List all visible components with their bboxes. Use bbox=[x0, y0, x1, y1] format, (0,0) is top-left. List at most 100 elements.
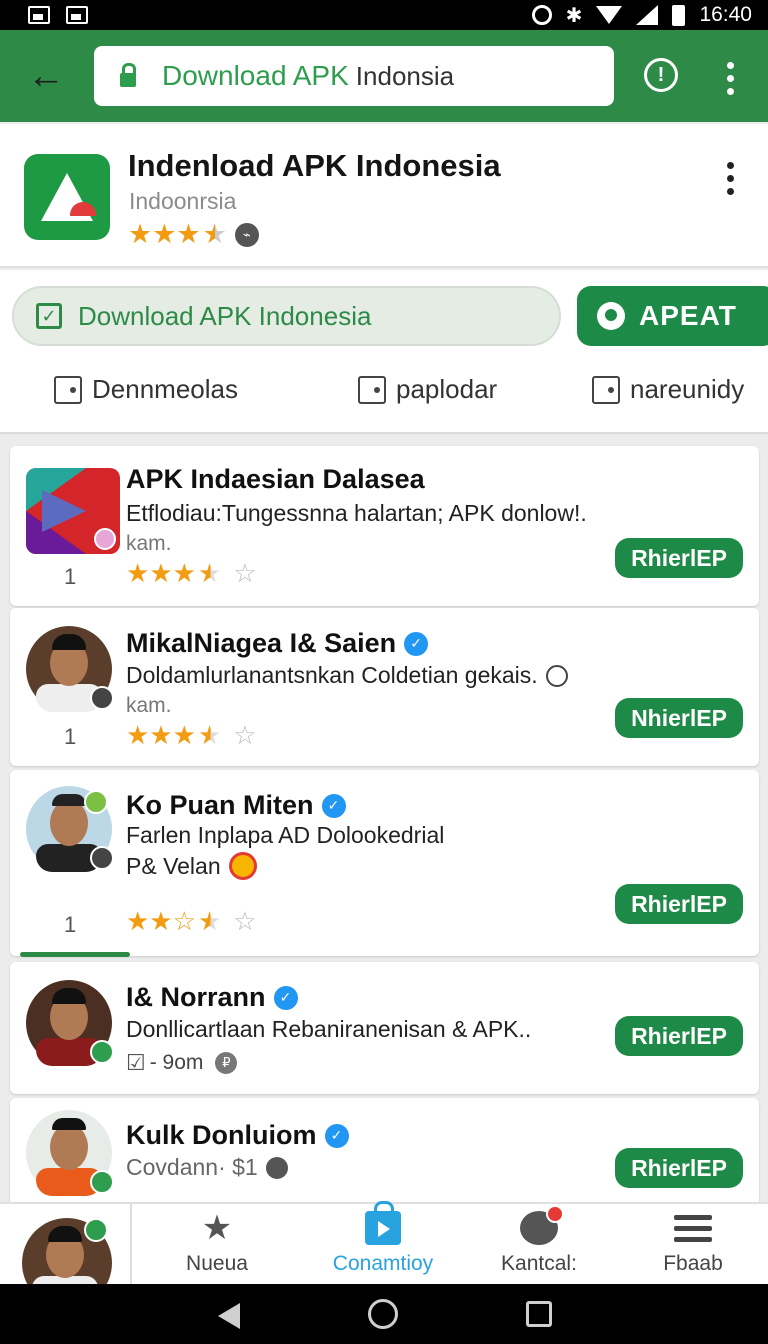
install-button[interactable]: RhierlEP bbox=[615, 1016, 743, 1056]
tag-icon bbox=[592, 375, 620, 404]
empty-star-icon: ☆ bbox=[233, 720, 257, 750]
half-star-icon: ★ bbox=[197, 720, 222, 750]
avatar bbox=[26, 626, 114, 712]
play-store-logo bbox=[26, 468, 120, 554]
item-meta: kam. bbox=[126, 532, 172, 555]
install-button[interactable]: RhierlEP bbox=[615, 1148, 743, 1188]
clock-icon bbox=[545, 664, 568, 687]
item-title-row: MikalNiagea I& Saien ✓ bbox=[126, 628, 429, 659]
tab-dennmeolas[interactable]: Dennmeolas bbox=[54, 374, 238, 405]
item-title: Ko Puan Miten bbox=[126, 790, 314, 820]
item-description: Farlen Inplapa AD Dolookedrial bbox=[126, 822, 445, 848]
nav-label: Nueua bbox=[186, 1252, 248, 1275]
item-title: APK Indaesian Dalasea bbox=[126, 464, 425, 494]
rating-stars: ★★★ bbox=[128, 219, 201, 249]
tab-label: nareunidy bbox=[630, 374, 745, 404]
checkbox-icon: ☑ bbox=[126, 1050, 146, 1075]
url-primary-text: Download APK bbox=[162, 60, 349, 91]
download-progress-bar bbox=[20, 952, 130, 957]
nav-item-nueua[interactable]: ★ Nueua bbox=[152, 1209, 282, 1276]
reward-coin-icon bbox=[228, 852, 257, 880]
alert-info-icon[interactable]: ! bbox=[644, 58, 678, 92]
avatar bbox=[26, 980, 114, 1066]
item-meta-row: ☑ - 9om ₽ bbox=[126, 1050, 238, 1076]
currency-badge-icon: ₽ bbox=[215, 1052, 238, 1074]
tab-paplodar[interactable]: paplodar bbox=[358, 374, 497, 405]
nav-label: Fbaab bbox=[663, 1252, 723, 1275]
list-item[interactable]: 1 Ko Puan Miten ✓ Farlen Inplapa AD Dolo… bbox=[10, 770, 759, 957]
action-row: ✓ Download APK Indonesia APEAT Dennmeola… bbox=[0, 270, 768, 434]
tab-label: Dennmeolas bbox=[92, 374, 238, 404]
app-logo bbox=[24, 154, 110, 240]
search-badge-icon bbox=[265, 1156, 288, 1179]
tab-nareunidy[interactable]: nareunidy bbox=[592, 374, 744, 405]
bottom-navigation: ★ Nueua Conamtioy Kantcal: Fbaab bbox=[0, 1201, 768, 1308]
rank-number: 1 bbox=[64, 564, 77, 589]
install-button[interactable]: RhierlEP bbox=[615, 538, 743, 578]
item-title: MikalNiagea I& Saien bbox=[126, 628, 397, 658]
app-subtitle: Indoonrsia bbox=[129, 188, 237, 214]
half-star-icon: ★ bbox=[197, 558, 222, 588]
half-star-icon: ★ bbox=[202, 219, 227, 249]
shopping-bag-icon bbox=[365, 1201, 401, 1245]
app-title: Indenload APK Indonesia bbox=[128, 148, 501, 183]
rating-badge-icon: ⌁ bbox=[234, 222, 259, 247]
photo-notification-icon bbox=[66, 6, 88, 24]
nav-item-fbaab[interactable]: Fbaab bbox=[628, 1210, 758, 1276]
app-header: Indenload APK Indonesia Indoonrsia ★★★ ★… bbox=[0, 124, 768, 268]
nav-item-kantcal[interactable]: Kantcal: bbox=[474, 1205, 604, 1276]
verified-icon: ✓ bbox=[321, 793, 346, 818]
rating-stars: ★★☆ bbox=[126, 906, 196, 936]
item-title: Kulk Donluiom bbox=[126, 1120, 317, 1150]
hamburger-menu-icon bbox=[674, 1214, 712, 1242]
nav-label: Conamtioy bbox=[332, 1252, 434, 1275]
nav-item-conamtioy[interactable]: Conamtioy bbox=[318, 1201, 448, 1276]
download-pill-button[interactable]: ✓ Download APK Indonesia bbox=[12, 286, 561, 346]
overflow-menu-icon[interactable] bbox=[727, 62, 735, 95]
item-rating: ★★☆ ★ ☆ bbox=[126, 906, 257, 937]
item-title-row: I& Norrann ✓ bbox=[126, 982, 298, 1013]
install-button[interactable]: NhierlEP bbox=[615, 698, 743, 738]
rank-number: 1 bbox=[64, 724, 77, 749]
system-home-icon[interactable] bbox=[368, 1299, 398, 1329]
tab-label: paplodar bbox=[396, 374, 498, 404]
bluetooth-icon: ✱ bbox=[565, 4, 583, 27]
item-description-row: Covdann· $1 bbox=[126, 1154, 288, 1181]
item-description: Doldamlurlanantsnkan Coldetian gekais. bbox=[126, 662, 538, 688]
install-button[interactable]: RhierlEP bbox=[615, 884, 743, 924]
empty-star-icon: ☆ bbox=[233, 906, 257, 936]
profile-avatar-button[interactable] bbox=[0, 1204, 132, 1308]
avatar bbox=[26, 786, 114, 872]
half-star-icon: ★ bbox=[197, 906, 222, 936]
item-title-row: Ko Puan Miten ✓ bbox=[126, 790, 346, 821]
list-item[interactable]: I& Norrann ✓ Donllicartlaan Rebaniraneni… bbox=[10, 962, 759, 1094]
alarm-icon bbox=[531, 5, 552, 25]
list-item[interactable]: Kulk Donluiom ✓ Covdann· $1 RhierlEP bbox=[10, 1098, 759, 1206]
item-extra: P& Velan bbox=[126, 852, 221, 879]
apeat-label: APEAT bbox=[639, 300, 737, 331]
header-menu-icon[interactable] bbox=[727, 162, 735, 195]
list-item[interactable]: 1 MikalNiagea I& Saien ✓ Doldamlurlanant… bbox=[10, 608, 759, 766]
avatar bbox=[26, 1110, 114, 1196]
status-bar: ✱ 16:40 bbox=[0, 0, 768, 30]
back-arrow-icon[interactable]: ← bbox=[0, 30, 92, 122]
verified-icon: ✓ bbox=[273, 985, 298, 1010]
rating-stars: ★★★ bbox=[126, 720, 196, 750]
item-description-row: Doldamlurlanantsnkan Coldetian gekais. bbox=[126, 662, 568, 689]
apeat-button[interactable]: APEAT bbox=[577, 286, 768, 346]
status-time: 16:40 bbox=[699, 3, 752, 26]
browser-app-bar: ← Download APK Indonsia ! bbox=[0, 30, 768, 122]
address-bar[interactable]: Download APK Indonsia bbox=[94, 46, 614, 106]
wifi-icon bbox=[596, 6, 623, 24]
empty-star-icon: ☆ bbox=[233, 558, 257, 588]
list-item[interactable]: 1 APK Indaesian Dalasea Etflodiau:Tunges… bbox=[10, 446, 759, 606]
system-recents-icon[interactable] bbox=[526, 1301, 552, 1327]
item-rating: ★★★ ★ ☆ bbox=[126, 558, 257, 589]
system-back-icon[interactable] bbox=[218, 1303, 240, 1329]
item-meta: - 9om bbox=[149, 1051, 204, 1074]
battery-icon bbox=[672, 4, 686, 26]
app-rating: ★★★ ★ ⌁ bbox=[128, 219, 259, 250]
star-icon: ★ bbox=[201, 1209, 233, 1247]
url-secondary-text: Indonsia bbox=[355, 60, 455, 91]
item-description: Etflodiau:Tungessnna halartan; APK donlo… bbox=[126, 500, 587, 526]
